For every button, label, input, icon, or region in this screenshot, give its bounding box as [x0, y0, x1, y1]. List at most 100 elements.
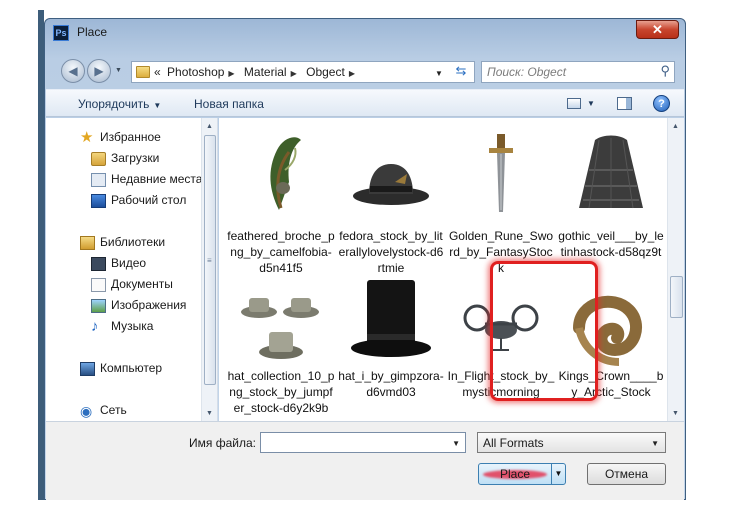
hat-collection-icon: [241, 298, 319, 359]
scroll-thumb[interactable]: [670, 276, 683, 318]
sidebar-item-label: Загрузки: [111, 151, 160, 165]
filename-box: ▼: [260, 432, 466, 453]
breadcrumb: « Photoshop ▶ Material ▶ Obgect ▶: [154, 65, 361, 79]
veil-icon: [579, 135, 643, 209]
file-name: In_Flight_stock_by_mysticmorning: [447, 369, 555, 399]
file-name: hat_collection_10_png_stock_by_jumpfer_s…: [227, 369, 335, 415]
file-name: hat_i_by_gimpzora-d6vmd03: [338, 369, 444, 399]
place-dialog: Ps Place ✕ ◀ ▶ ▼ « Photoshop ▶ Material ▶ …: [44, 18, 686, 500]
help-icon[interactable]: ?: [653, 95, 670, 112]
file-item[interactable]: feathered_broche_png_by_camelfobia-d5n41…: [227, 118, 335, 288]
sidebar-item-label: Компьютер: [100, 361, 163, 375]
top-hat-icon: [351, 280, 431, 357]
place-options-dropdown[interactable]: ▼: [551, 463, 566, 485]
search-box: ⚲: [481, 61, 675, 83]
file-name: feathered_broche_png_by_camelfobia-d5n41…: [227, 229, 335, 275]
file-item[interactable]: hat_collection_10_png_stock_by_jumpfer_s…: [227, 274, 335, 421]
pictures-library-icon: [91, 299, 106, 313]
feather-brooch-icon: [270, 137, 301, 210]
close-button[interactable]: ✕: [636, 20, 679, 39]
back-arrow-icon: ◀: [68, 64, 78, 78]
breadcrumb-photoshop[interactable]: Photoshop: [167, 65, 224, 79]
network-icon: ◉: [80, 403, 93, 419]
chevron-right-icon[interactable]: ▶: [349, 69, 355, 78]
back-button[interactable]: ◀: [61, 59, 85, 83]
chevron-down-icon: ▼: [153, 101, 162, 110]
place-label: Place: [499, 467, 531, 481]
file-list: feathered_broche_png_by_camelfobia-d5n41…: [219, 118, 667, 421]
desktop-background: [0, 0, 42, 500]
place-button[interactable]: Place: [478, 463, 552, 485]
view-mode-dropdown[interactable]: ▼: [587, 99, 595, 108]
toolbar: Упорядочить ▼ Новая папка ▼ ?: [46, 89, 684, 117]
scroll-down-arrow-icon[interactable]: ▼: [672, 410, 679, 417]
sidebar-item-label: Изображения: [111, 298, 187, 312]
sidebar-item-label: Библиотеки: [100, 235, 166, 249]
address-dropdown[interactable]: ▼: [435, 69, 443, 78]
file-list-scrollbar[interactable]: ▲ ▼: [667, 118, 684, 421]
file-item[interactable]: hat_i_by_gimpzora-d6vmd03: [337, 274, 445, 421]
file-item[interactable]: Golden_Rune_Sword_by_FantasyStock: [447, 118, 555, 288]
file-item[interactable]: Kings_Crown____by_Arctic_Stock: [557, 274, 665, 421]
documents-library-icon: [91, 278, 106, 292]
scroll-grip-icon: ≡: [207, 256, 212, 265]
sidebar-item-label: Документы: [111, 277, 173, 291]
chevron-down-icon: ▼: [651, 439, 659, 448]
sidebar-item-label: Избранное: [100, 130, 161, 144]
navigation-scrollbar[interactable]: ▲ ≡ ▼: [201, 118, 217, 421]
sidebar-item-label: Рабочий стол: [111, 193, 187, 207]
sidebar-item-label: Видео: [111, 256, 147, 270]
sidebar-item-label: Сеть: [100, 403, 127, 417]
new-folder-button[interactable]: Новая папка: [194, 97, 264, 111]
chevron-right-icon[interactable]: ▶: [291, 69, 297, 78]
refresh-button[interactable]: ⇆: [450, 61, 472, 83]
organize-button[interactable]: Упорядочить ▼: [78, 97, 161, 111]
chevron-right-icon[interactable]: ▶: [228, 69, 234, 78]
breadcrumb-overflow[interactable]: «: [154, 65, 161, 79]
downloads-folder-icon: [91, 152, 106, 166]
recent-places-icon: [91, 173, 106, 187]
horn-icon: [573, 295, 643, 366]
chevron-down-icon[interactable]: ▼: [452, 439, 460, 448]
refresh-icon: ⇆: [455, 63, 467, 78]
sidebar-item-label: Недавние места: [111, 172, 203, 186]
recent-pages-dropdown[interactable]: ▼: [115, 67, 122, 74]
file-name: gothic_veil___by_letinhastock-d58qz9t: [558, 229, 664, 259]
breadcrumb-obgect[interactable]: Obgect: [306, 65, 345, 79]
dialog-title: Place: [77, 25, 108, 39]
computer-icon: [80, 362, 95, 376]
file-item[interactable]: fedora_stock_by_literallylovelystock-d6r…: [337, 118, 445, 288]
libraries-icon: [80, 236, 95, 250]
address-bar[interactable]: « Photoshop ▶ Material ▶ Obgect ▶: [131, 61, 475, 83]
sword-icon: [489, 134, 513, 212]
star-icon: ★: [80, 129, 94, 146]
dialog-footer: Имя файла: ▼ All Formats ▼ Place ▼ Отмен…: [46, 421, 684, 500]
photoshop-icon: Ps: [53, 25, 69, 41]
folder-icon: [136, 66, 150, 78]
file-item[interactable]: gothic_veil___by_letinhastock-d58qz9t: [557, 118, 665, 288]
breadcrumb-material[interactable]: Material: [244, 65, 287, 79]
filename-label: Имя файла:: [189, 436, 256, 450]
title-bar[interactable]: Ps Place ✕: [45, 19, 685, 47]
scroll-up-arrow-icon[interactable]: ▲: [672, 123, 679, 130]
scroll-down-arrow-icon[interactable]: ▼: [206, 410, 213, 417]
file-name: fedora_stock_by_literallylovelystock-d6r…: [338, 229, 444, 275]
view-mode-icon[interactable]: [567, 98, 581, 109]
scroll-up-arrow-icon[interactable]: ▲: [206, 123, 213, 130]
music-note-icon: ♪: [91, 318, 99, 335]
navigation-pane: ★ Избранное Загрузки Недавние места Рабо…: [46, 118, 218, 421]
file-name: Kings_Crown____by_Arctic_Stock: [558, 369, 664, 399]
video-library-icon: [91, 257, 106, 271]
cancel-button[interactable]: Отмена: [587, 463, 666, 485]
search-input[interactable]: [487, 64, 647, 80]
file-item[interactable]: In_Flight_stock_by_mysticmorning: [447, 274, 555, 421]
forward-button[interactable]: ▶: [87, 59, 111, 83]
filename-input[interactable]: [264, 435, 444, 450]
desktop-icon: [91, 194, 106, 208]
preview-pane-icon[interactable]: [617, 97, 632, 110]
format-value: All Formats: [483, 436, 544, 450]
search-icon[interactable]: ⚲: [660, 63, 670, 79]
aircraft-icon: [463, 304, 539, 351]
format-select[interactable]: All Formats ▼: [477, 432, 666, 453]
fedora-hat-icon: [353, 164, 429, 205]
